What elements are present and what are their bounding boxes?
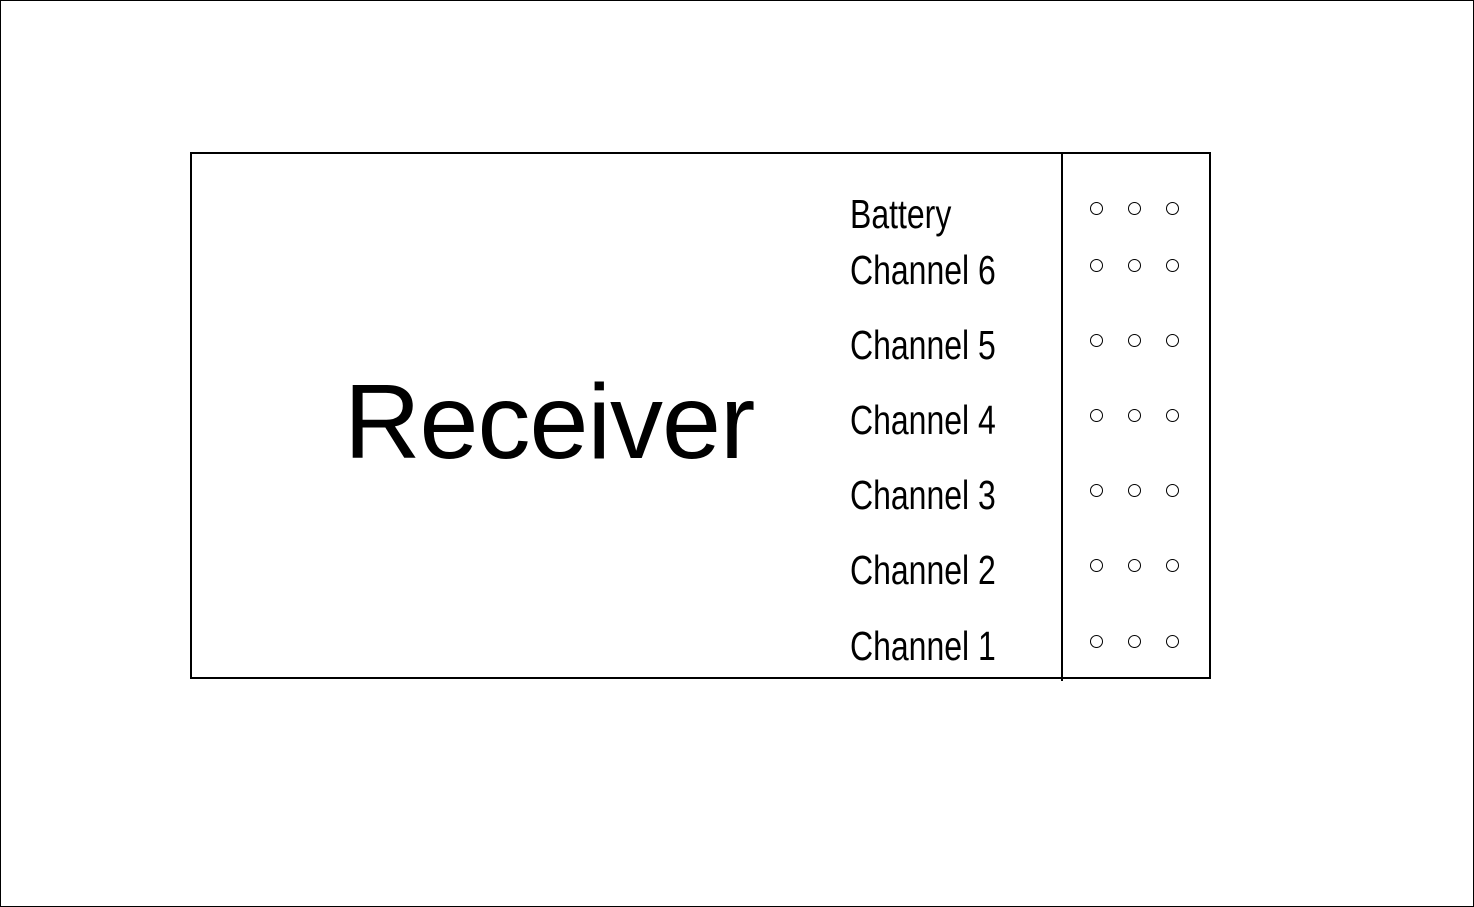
- pin-row: [1059, 334, 1211, 348]
- connector-pin[interactable]: [1128, 484, 1141, 497]
- pin-row: [1059, 559, 1211, 573]
- connector-pin[interactable]: [1090, 334, 1103, 347]
- channel-label: Battery: [850, 191, 952, 237]
- connector-pin[interactable]: [1128, 202, 1141, 215]
- connector-pin[interactable]: [1166, 202, 1179, 215]
- connector-pin[interactable]: [1090, 484, 1103, 497]
- channel-label-column: Battery Channel 6 Channel 5 Channel 4 Channe…: [850, 152, 1050, 679]
- channel-label: Channel 2: [850, 547, 996, 593]
- connector-pin[interactable]: [1166, 259, 1179, 272]
- channel-label: Channel 3: [850, 472, 996, 518]
- pin-header-grid: [1059, 152, 1211, 679]
- connector-pin[interactable]: [1128, 334, 1141, 347]
- connector-pin[interactable]: [1166, 334, 1179, 347]
- diagram-canvas: Receiver Battery Channel 6 Channel 5 Channe…: [0, 0, 1474, 907]
- connector-pin[interactable]: [1166, 484, 1179, 497]
- channel-label: Channel 4: [850, 397, 996, 443]
- page-title: Receiver: [344, 363, 755, 481]
- pin-row: [1059, 635, 1211, 649]
- pin-row: [1059, 202, 1211, 216]
- connector-pin[interactable]: [1128, 559, 1141, 572]
- connector-pin[interactable]: [1090, 559, 1103, 572]
- connector-pin[interactable]: [1128, 635, 1141, 648]
- connector-pin[interactable]: [1166, 409, 1179, 422]
- connector-pin[interactable]: [1128, 409, 1141, 422]
- connector-pin[interactable]: [1090, 202, 1103, 215]
- channel-label: Channel 6: [850, 247, 996, 293]
- channel-label: Channel 1: [850, 623, 996, 669]
- connector-pin[interactable]: [1128, 259, 1141, 272]
- connector-pin[interactable]: [1090, 635, 1103, 648]
- pin-row: [1059, 259, 1211, 273]
- connector-pin[interactable]: [1090, 409, 1103, 422]
- connector-pin[interactable]: [1166, 559, 1179, 572]
- connector-pin[interactable]: [1090, 259, 1103, 272]
- connector-pin[interactable]: [1166, 635, 1179, 648]
- pin-row: [1059, 409, 1211, 423]
- channel-label: Channel 5: [850, 322, 996, 368]
- pin-row: [1059, 484, 1211, 498]
